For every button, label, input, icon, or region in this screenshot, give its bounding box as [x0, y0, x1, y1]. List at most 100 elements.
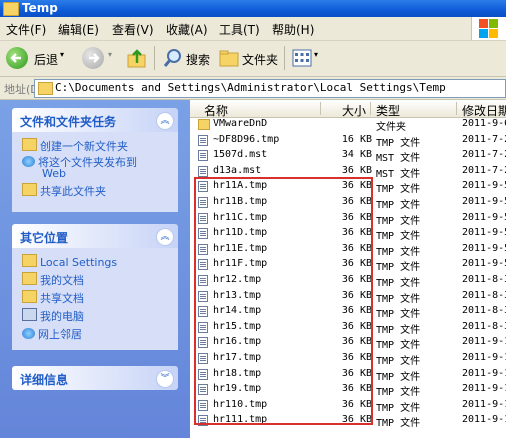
- folder-icon: [3, 2, 19, 16]
- file-date: 2011-9-5: [462, 196, 506, 207]
- file-tasks-header[interactable]: 文件和文件夹任务 ︽: [12, 108, 178, 132]
- windows-logo-icon: [471, 17, 506, 40]
- back-button[interactable]: 后退 ▾: [4, 46, 70, 70]
- file-icon: [198, 165, 208, 177]
- file-size: 16 KB: [341, 133, 372, 145]
- address-input[interactable]: C:\Documents and Settings\Administrator\…: [34, 79, 506, 98]
- file-name: d13a.mst: [213, 164, 262, 176]
- file-row[interactable]: VMwareDnD 文件夹 2011-9-6: [190, 117, 506, 133]
- file-date: 2011-9-1: [462, 352, 506, 363]
- menu-favorites[interactable]: 收藏(A): [166, 21, 208, 38]
- file-size: 34 KB: [341, 149, 372, 161]
- search-button[interactable]: 搜索: [160, 46, 210, 70]
- file-date: 2011-7-2: [462, 164, 506, 176]
- file-date: 2011-8-3: [462, 289, 506, 301]
- file-type: TMP 文件: [376, 309, 421, 321]
- window-title: Temp: [22, 1, 58, 15]
- file-type: TMP 文件: [376, 402, 421, 414]
- back-label: 后退: [34, 53, 59, 67]
- menu-edit[interactable]: 编辑(E): [58, 21, 99, 38]
- file-date: 2011-9-1: [462, 336, 506, 348]
- folders-icon: [219, 50, 239, 67]
- file-date: 2011-8-3: [462, 274, 506, 285]
- file-date: 2011-7-2: [462, 133, 506, 145]
- folders-button[interactable]: 文件夹: [216, 46, 280, 70]
- menu-view[interactable]: 查看(V): [112, 21, 154, 38]
- forward-arrow-icon: [82, 47, 104, 69]
- place-my-documents[interactable]: 我的文档: [22, 272, 84, 288]
- file-type: TMP 文件: [376, 262, 421, 274]
- forward-dropdown-icon[interactable]: ▾: [108, 50, 112, 59]
- search-label: 搜索: [186, 53, 211, 67]
- file-date: 2011-9-1: [462, 367, 506, 379]
- file-type: TMP 文件: [376, 200, 421, 211]
- forward-button[interactable]: ▾: [80, 46, 120, 70]
- expand-chevron-icon[interactable]: ︾: [156, 370, 174, 388]
- my-documents-icon: [22, 272, 37, 285]
- file-type: TMP 文件: [376, 246, 421, 258]
- menu-help[interactable]: 帮助(H): [272, 21, 314, 38]
- file-type: 文件夹: [376, 122, 406, 133]
- file-row[interactable]: ~DF8D96.tmp 16 KB TMP 文件 2011-7-2: [190, 133, 506, 149]
- toolbar: 后退 ▾ ▾ 搜索 文件夹 ▾: [0, 41, 506, 77]
- other-places-header[interactable]: 其它位置 ︽: [12, 224, 178, 248]
- folder-icon: [22, 254, 37, 267]
- file-row[interactable]: 1507d.mst 34 KB MST 文件 2011-7-2: [190, 148, 506, 164]
- file-date: 2011-9-5: [462, 258, 506, 270]
- task-share-folder[interactable]: 共享此文件夹: [22, 183, 106, 199]
- task-publish-web-line2[interactable]: Web: [42, 167, 66, 180]
- views-grid-icon: [292, 49, 312, 67]
- file-tasks-title: 文件和文件夹任务: [20, 115, 117, 129]
- column-divider[interactable]: [456, 102, 457, 115]
- up-folder-icon: [127, 49, 146, 68]
- column-divider[interactable]: [320, 102, 321, 115]
- place-network[interactable]: 网上邻居: [22, 326, 82, 342]
- back-dropdown-icon[interactable]: ▾: [60, 50, 64, 59]
- new-folder-icon: [22, 138, 37, 151]
- up-folder-button[interactable]: [124, 46, 150, 70]
- file-name: 1507d.mst: [213, 149, 268, 161]
- column-headers: 名称 大小 类型 修改日期: [190, 100, 506, 118]
- search-icon: [163, 49, 181, 67]
- file-type: TMP 文件: [376, 418, 421, 430]
- file-tasks-panel: 文件和文件夹任务 ︽ 创建一个新文件夹 将这个文件夹发布到 Web 共享此文件夹: [12, 108, 178, 212]
- toolbar-separator: [154, 46, 155, 70]
- collapse-chevron-icon[interactable]: ︽: [156, 228, 174, 246]
- share-folder-icon: [22, 183, 37, 196]
- file-type: TMP 文件: [376, 387, 421, 399]
- file-type: TMP 文件: [376, 371, 421, 383]
- file-type: TMP 文件: [376, 215, 421, 227]
- file-date: 2011-7-2: [462, 149, 506, 161]
- file-type: TMP 文件: [376, 293, 421, 305]
- file-type: TMP 文件: [376, 356, 421, 367]
- views-button[interactable]: ▾: [290, 46, 324, 70]
- place-my-computer[interactable]: 我的电脑: [22, 308, 84, 324]
- computer-icon: [22, 308, 37, 321]
- file-date: 2011-9-5: [462, 211, 506, 223]
- title-bar[interactable]: Temp: [0, 0, 506, 17]
- other-places-panel: 其它位置 ︽ Local Settings 我的文档 共享文档 我的电脑 网上邻…: [12, 224, 178, 350]
- menu-bar: 文件(F) 编辑(E) 查看(V) 收藏(A) 工具(T) 帮助(H): [0, 17, 506, 41]
- file-date: 2011-9-1: [462, 383, 506, 395]
- file-name: VMwareDnD: [213, 118, 268, 129]
- menu-tools[interactable]: 工具(T): [219, 21, 260, 38]
- views-dropdown-icon[interactable]: ▾: [314, 50, 318, 59]
- folder-icon: [38, 82, 53, 95]
- file-type: TMP 文件: [376, 137, 421, 149]
- menu-file[interactable]: 文件(F): [6, 21, 46, 38]
- file-type: TMP 文件: [376, 278, 421, 289]
- shared-folder-icon: [22, 290, 37, 303]
- place-shared-documents[interactable]: 共享文档: [22, 290, 84, 306]
- task-new-folder[interactable]: 创建一个新文件夹: [22, 138, 128, 154]
- column-divider[interactable]: [370, 102, 371, 115]
- file-size: 36 KB: [341, 164, 372, 176]
- file-date: 2011-9-5: [462, 180, 506, 192]
- collapse-chevron-icon[interactable]: ︽: [156, 112, 174, 130]
- place-local-settings[interactable]: Local Settings: [22, 254, 117, 269]
- task-publish-web[interactable]: 将这个文件夹发布到: [22, 154, 137, 170]
- file-date: 2011-9-1: [462, 398, 506, 410]
- details-header[interactable]: 详细信息 ︾: [12, 366, 178, 390]
- folder-icon: [198, 119, 210, 130]
- file-type: TMP 文件: [376, 340, 421, 352]
- highlight-box: [194, 177, 373, 425]
